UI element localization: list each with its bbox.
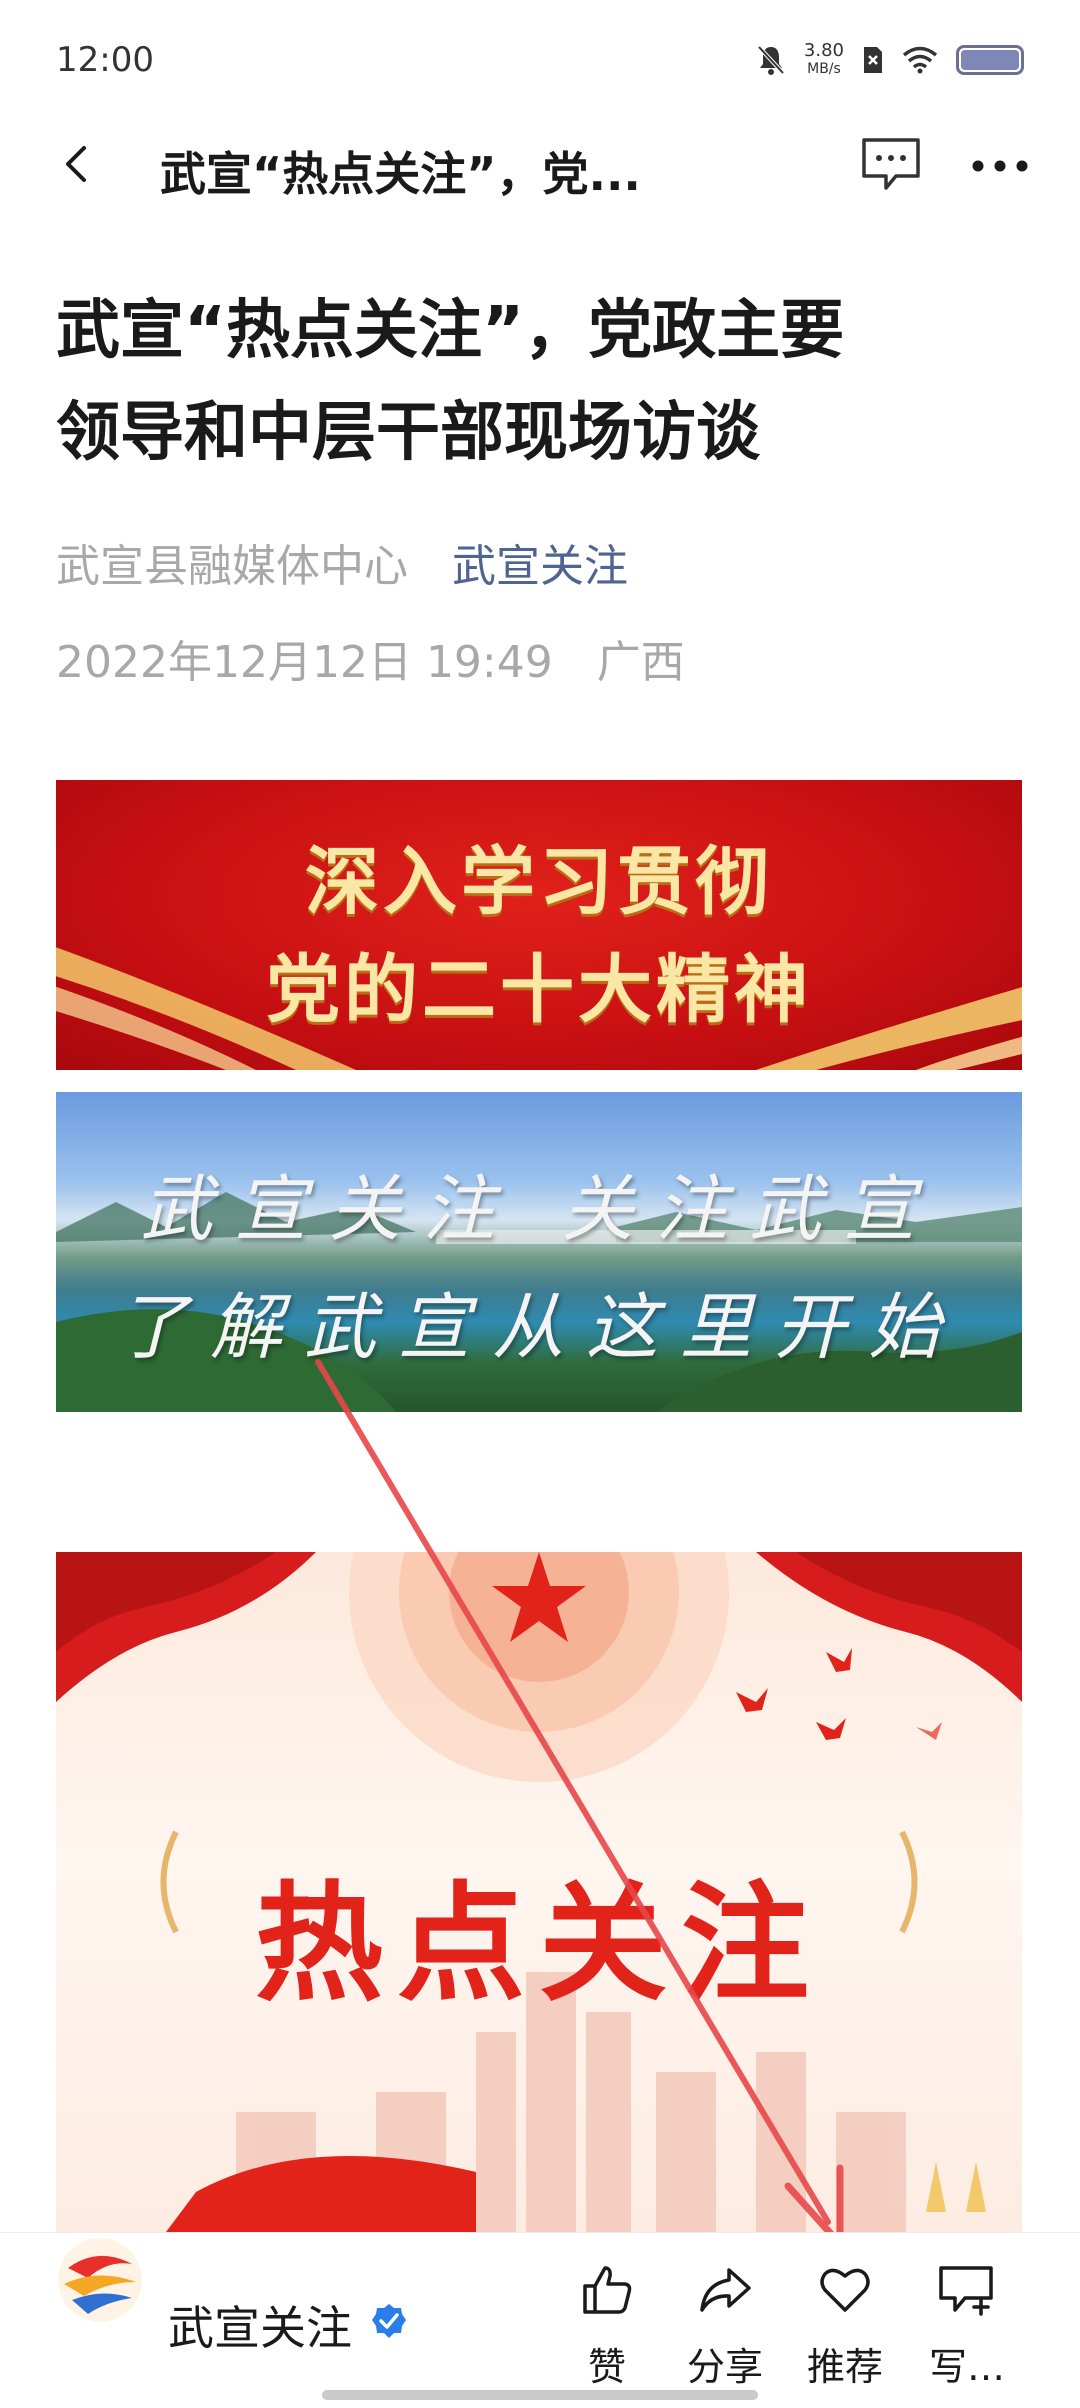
status-bar: 12:00 3.80 MB/s bbox=[0, 0, 1080, 120]
network-speed: 3.80 MB/s bbox=[804, 42, 844, 78]
article-date-row: 2022年12月12日 19:49 广西 bbox=[56, 626, 685, 690]
source-name: 武宣县融媒体中心 bbox=[56, 541, 408, 592]
write-comment-label: 写… bbox=[928, 2345, 1005, 2389]
scenic-banner-line2: 了解武宣从这里开始 bbox=[115, 1285, 962, 1369]
share-button[interactable]: 分享 bbox=[670, 2262, 780, 2391]
network-speed-value: 3.80 bbox=[803, 40, 844, 61]
home-indicator[interactable] bbox=[322, 2390, 758, 2400]
red-banner-image: 深入学习贯彻 党的二十大精神 bbox=[56, 780, 1022, 1070]
red-banner-line2: 党的二十大精神 bbox=[266, 947, 812, 1033]
article-title: 武宣“热点关注”，党政主要 领导和中层干部现场访谈 bbox=[56, 280, 1026, 484]
scenic-banner-image: 武宣关注 关注武宣 了解武宣从这里开始 bbox=[56, 1092, 1022, 1412]
nav-bar: 武宣“热点关注”，党... bbox=[0, 120, 1080, 210]
comment-icon[interactable] bbox=[860, 136, 922, 192]
nav-title: 武宣“热点关注”，党... bbox=[160, 147, 641, 201]
write-comment-button[interactable]: 写… bbox=[912, 2262, 1022, 2391]
hotspot-poster-image: 热点关注 bbox=[56, 1552, 1022, 2232]
status-time: 12:00 bbox=[56, 40, 154, 80]
scenic-banner-line1: 武宣关注 关注武宣 bbox=[140, 1167, 938, 1251]
account-link[interactable]: 武宣关注 bbox=[452, 541, 628, 592]
heart-icon bbox=[820, 2268, 870, 2312]
write-comment-icon bbox=[939, 2266, 993, 2316]
thumbs-up-icon bbox=[583, 2266, 632, 2314]
article-meta: 武宣县融媒体中心 武宣关注 bbox=[56, 530, 628, 594]
wifi-icon bbox=[902, 46, 938, 74]
recommend-label: 推荐 bbox=[806, 2345, 883, 2389]
recommend-button[interactable]: 推荐 bbox=[790, 2262, 900, 2391]
share-icon bbox=[700, 2268, 751, 2312]
share-label: 分享 bbox=[686, 2345, 763, 2389]
red-banner-line1: 深入学习贯彻 bbox=[305, 839, 773, 925]
like-label: 赞 bbox=[587, 2345, 626, 2389]
verified-badge-icon bbox=[372, 2304, 406, 2338]
article-title-line1: 武宣“热点关注”，党政主要 bbox=[56, 294, 845, 368]
more-icon[interactable] bbox=[968, 146, 1032, 186]
network-speed-unit: MB/s bbox=[807, 61, 841, 77]
bottom-account-name[interactable]: 武宣关注 bbox=[168, 2292, 352, 2358]
account-logo-icon bbox=[58, 2238, 142, 2322]
battery-icon bbox=[956, 45, 1024, 75]
mute-bell-icon bbox=[757, 45, 785, 75]
poster-title: 热点关注 bbox=[254, 1870, 823, 2019]
article-title-line2: 领导和中层干部现场访谈 bbox=[56, 396, 760, 470]
like-button[interactable]: 赞 bbox=[552, 2262, 662, 2391]
account-logo[interactable] bbox=[58, 2238, 142, 2322]
sim-x-icon bbox=[864, 47, 882, 73]
back-icon[interactable] bbox=[56, 142, 100, 186]
region: 广西 bbox=[596, 637, 685, 688]
status-icons: 3.80 MB/s bbox=[756, 42, 1024, 78]
publish-date: 2022年12月12日 19:49 bbox=[56, 637, 553, 688]
